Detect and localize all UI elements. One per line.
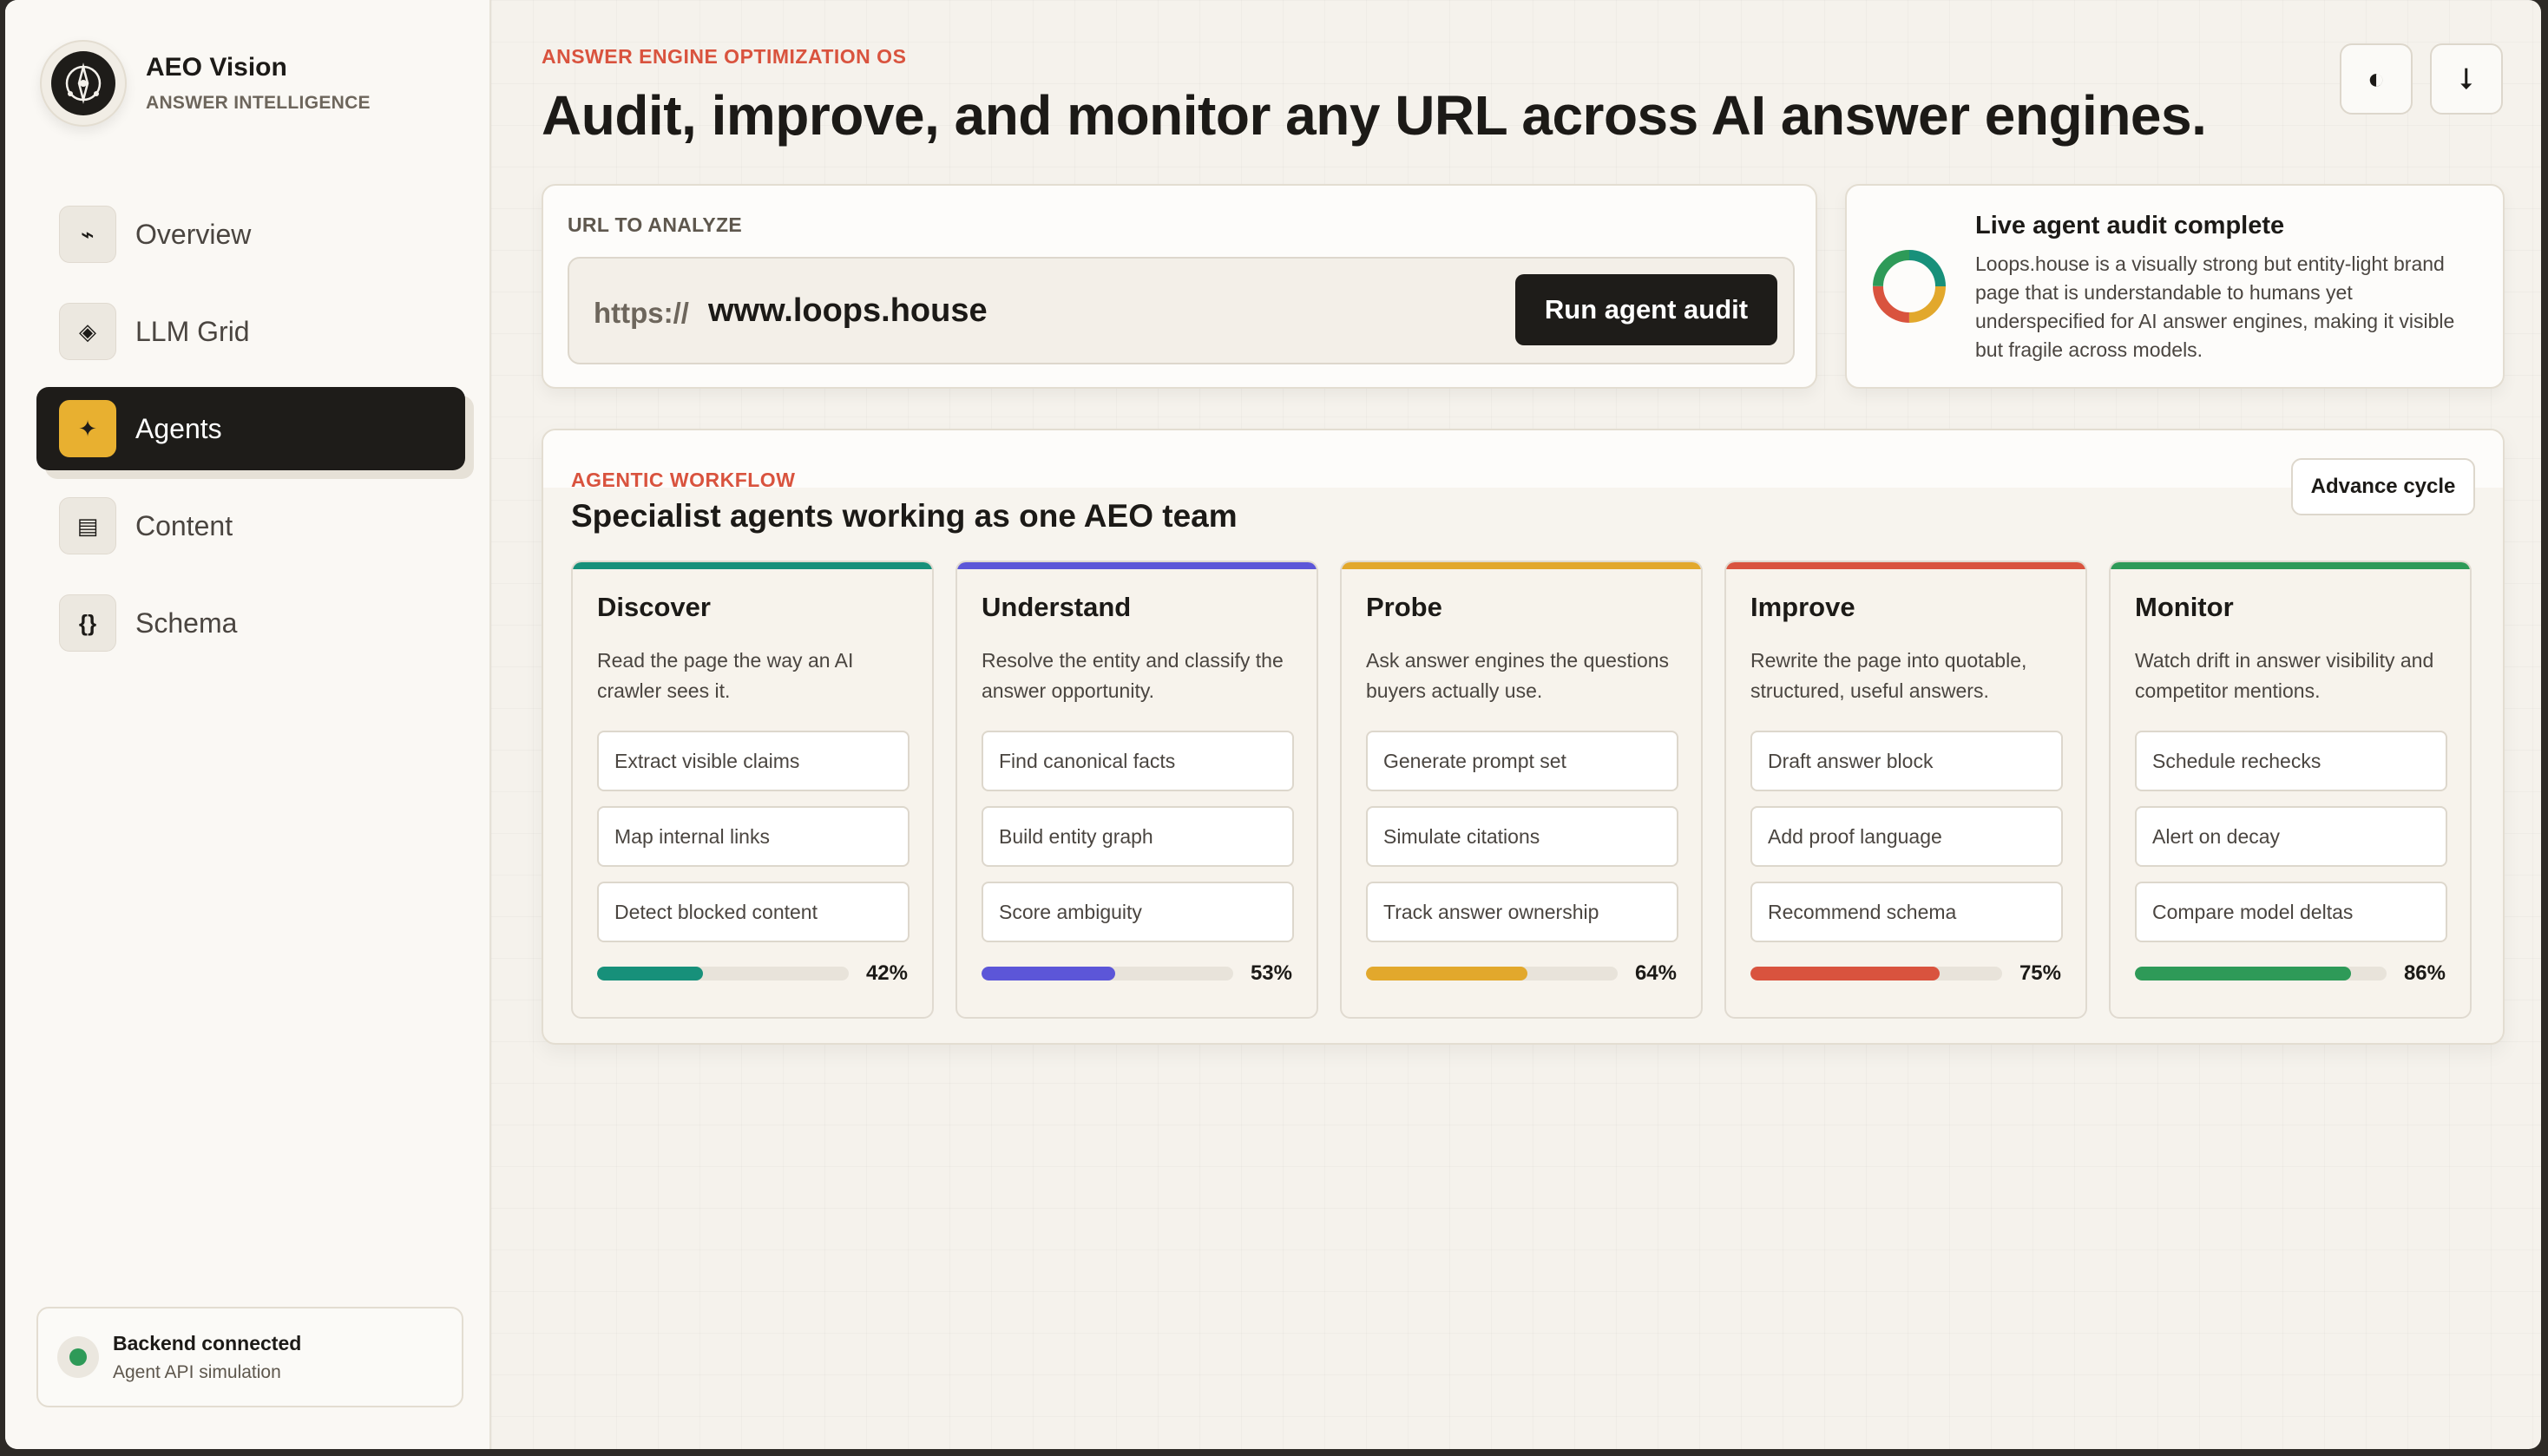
agent-progress-percent: 53% bbox=[1250, 961, 1292, 985]
page-title: Audit, improve, and monitor any URL acro… bbox=[542, 84, 2207, 147]
sidebar: AEO Vision ANSWER INTELLIGENCE ⌁ Overvie… bbox=[5, 0, 491, 1449]
agent-description: Resolve the entity and classify the answ… bbox=[982, 649, 1284, 702]
agent-name: Monitor bbox=[2135, 592, 2234, 622]
agent-progress-percent: 42% bbox=[865, 961, 908, 985]
brand-subtitle: ANSWER INTELLIGENCE bbox=[146, 93, 371, 113]
agent-progress-percent: 86% bbox=[2403, 961, 2446, 985]
backend-status: Backend connected Agent API simulation bbox=[36, 1307, 463, 1407]
agent-progress-fill bbox=[597, 967, 703, 981]
pulse-icon: ⌁ bbox=[59, 206, 116, 263]
agent-task[interactable]: Generate prompt set bbox=[1366, 731, 1678, 791]
agent-card-discover[interactable]: Discover Read the page the way an AI cra… bbox=[571, 561, 934, 1019]
sidebar-item-agents[interactable]: ✦ Agents bbox=[36, 387, 465, 470]
url-input-group: https:// Run agent audit bbox=[568, 257, 1795, 364]
braces-icon: {} bbox=[59, 594, 116, 652]
agent-description: Ask answer engines the questions buyers … bbox=[1366, 649, 1670, 702]
agent-task[interactable]: Map internal links bbox=[597, 806, 910, 867]
status-indicator bbox=[57, 1336, 99, 1378]
backend-status-title: Backend connected bbox=[113, 1331, 302, 1354]
status-dot-icon bbox=[69, 1348, 87, 1366]
agent-task[interactable]: Compare model deltas bbox=[2135, 882, 2447, 942]
agent-progress-percent: 64% bbox=[1634, 961, 1677, 985]
audit-title: Live agent audit complete bbox=[1975, 212, 2285, 239]
theme-toggle-button[interactable]: ◐ bbox=[2340, 43, 2413, 115]
brand: AEO Vision ANSWER INTELLIGENCE bbox=[40, 40, 371, 127]
agent-task[interactable]: Detect blocked content bbox=[597, 882, 910, 942]
eye-logo-icon bbox=[51, 51, 115, 115]
agent-name: Probe bbox=[1366, 592, 1442, 622]
agent-card-understand[interactable]: Understand Resolve the entity and classi… bbox=[956, 561, 1318, 1019]
agent-description: Read the page the way an AI crawler sees… bbox=[597, 649, 854, 702]
agent-progress-bar bbox=[982, 967, 1233, 981]
agent-progress-bar bbox=[2135, 967, 2387, 981]
agent-color-bar bbox=[957, 562, 1317, 569]
brand-name: AEO Vision bbox=[146, 53, 287, 82]
sidebar-nav: ⌁ Overview ◈ LLM Grid ✦ Agents ▤ Content… bbox=[36, 193, 465, 679]
agent-color-bar bbox=[1342, 562, 1701, 569]
agent-name: Discover bbox=[597, 592, 711, 622]
agent-progress-bar bbox=[1750, 967, 2002, 981]
app-window: AEO Vision ANSWER INTELLIGENCE ⌁ Overvie… bbox=[5, 0, 2541, 1449]
document-icon: ▤ bbox=[59, 497, 116, 554]
agent-progress-fill bbox=[982, 967, 1115, 981]
agent-task[interactable]: Score ambiguity bbox=[982, 882, 1294, 942]
agent-name: Improve bbox=[1750, 592, 1855, 622]
brand-logo[interactable] bbox=[40, 40, 127, 127]
agent-progress-bar bbox=[1366, 967, 1618, 981]
audit-ring-icon bbox=[1873, 250, 1946, 323]
agent-progress-percent: 75% bbox=[2019, 961, 2061, 985]
download-icon: ⭣ bbox=[2459, 62, 2473, 95]
agent-description: Watch drift in answer visibility and com… bbox=[2135, 649, 2434, 702]
url-prefix: https:// bbox=[594, 297, 689, 329]
agent-task[interactable]: Track answer ownership bbox=[1366, 882, 1678, 942]
agent-task[interactable]: Extract visible claims bbox=[597, 731, 910, 791]
agent-task[interactable]: Recommend schema bbox=[1750, 882, 2063, 942]
sidebar-item-label: Content bbox=[135, 509, 233, 541]
agent-color-bar bbox=[573, 562, 932, 569]
agent-progress-fill bbox=[1366, 967, 1527, 981]
audit-summary-card: Live agent audit complete Loops.house is… bbox=[1845, 184, 2505, 389]
sparkle-icon: ✦ bbox=[59, 400, 116, 457]
agent-card-monitor[interactable]: Monitor Watch drift in answer visibility… bbox=[2109, 561, 2472, 1019]
advance-cycle-button[interactable]: Advance cycle bbox=[2291, 458, 2475, 515]
diamond-icon: ◈ bbox=[59, 303, 116, 360]
page-eyebrow: ANSWER ENGINE OPTIMIZATION OS bbox=[542, 45, 907, 68]
agent-progress-fill bbox=[2135, 967, 2352, 981]
agent-card-improve[interactable]: Improve Rewrite the page into quotable, … bbox=[1724, 561, 2087, 1019]
sidebar-item-schema[interactable]: {} Schema bbox=[36, 581, 465, 665]
url-card: URL TO ANALYZE https:// Run agent audit bbox=[542, 184, 1817, 389]
sidebar-item-label: Agents bbox=[135, 412, 222, 444]
agent-task[interactable]: Schedule rechecks bbox=[2135, 731, 2447, 791]
agent-task[interactable]: Draft answer block bbox=[1750, 731, 2063, 791]
agent-color-bar bbox=[1726, 562, 2085, 569]
sidebar-item-label: LLM Grid bbox=[135, 315, 250, 347]
agent-progress-bar bbox=[597, 967, 849, 981]
sidebar-item-label: Overview bbox=[135, 218, 252, 250]
main-content: ANSWER ENGINE OPTIMIZATION OS Audit, imp… bbox=[491, 0, 2541, 1449]
workflow-eyebrow: AGENTIC WORKFLOW bbox=[571, 469, 796, 491]
backend-status-subtitle: Agent API simulation bbox=[113, 1361, 281, 1382]
agent-task[interactable]: Find canonical facts bbox=[982, 731, 1294, 791]
url-input[interactable] bbox=[708, 285, 1489, 337]
sidebar-item-overview[interactable]: ⌁ Overview bbox=[36, 193, 465, 276]
sidebar-item-llm-grid[interactable]: ◈ LLM Grid bbox=[36, 290, 465, 373]
url-label: URL TO ANALYZE bbox=[568, 213, 743, 236]
agent-progress-fill bbox=[1750, 967, 1940, 981]
agent-task[interactable]: Simulate citations bbox=[1366, 806, 1678, 867]
agentic-workflow-panel: AGENTIC WORKFLOW Specialist agents worki… bbox=[542, 429, 2505, 1045]
run-agent-audit-button[interactable]: Run agent audit bbox=[1515, 274, 1777, 345]
sidebar-item-label: Schema bbox=[135, 607, 238, 639]
agent-card-probe[interactable]: Probe Ask answer engines the questions b… bbox=[1340, 561, 1703, 1019]
download-button[interactable]: ⭣ bbox=[2430, 43, 2503, 115]
agent-name: Understand bbox=[982, 592, 1132, 622]
audit-summary: Loops.house is a visually strong but ent… bbox=[1975, 253, 2455, 361]
sidebar-item-content[interactable]: ▤ Content bbox=[36, 484, 465, 567]
agent-task[interactable]: Alert on decay bbox=[2135, 806, 2447, 867]
workflow-title: Specialist agents working as one AEO tea… bbox=[571, 498, 1238, 534]
contrast-icon: ◐ bbox=[2367, 62, 2386, 95]
agent-task[interactable]: Add proof language bbox=[1750, 806, 2063, 867]
agent-task[interactable]: Build entity graph bbox=[982, 806, 1294, 867]
agent-description: Rewrite the page into quotable, structur… bbox=[1750, 649, 2027, 702]
agent-color-bar bbox=[2111, 562, 2470, 569]
